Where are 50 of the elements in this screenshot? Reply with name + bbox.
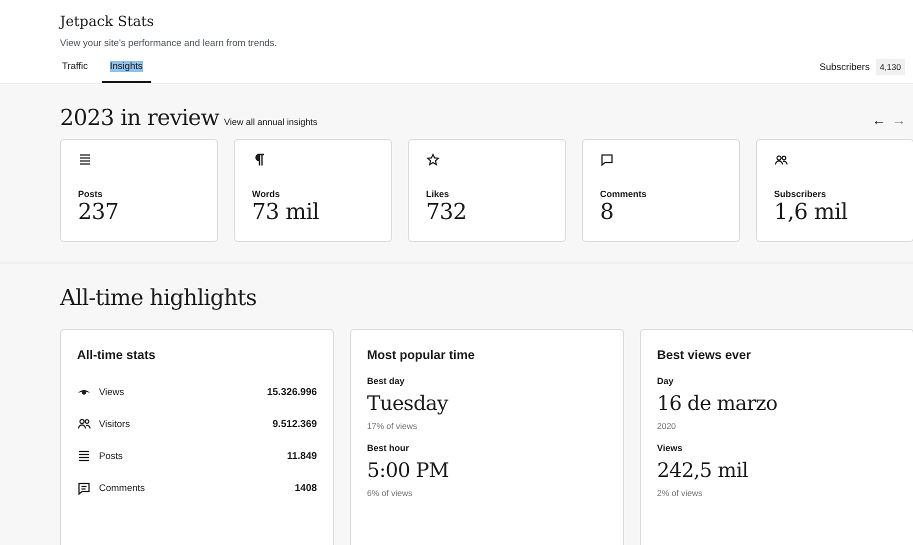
subscribers-count: 4,130 [876,59,905,75]
item-note: 6% of views [367,488,414,498]
list-icon [77,450,91,462]
annual-insights-link[interactable]: View all annual insights [224,117,318,127]
people-icon [774,153,788,167]
star-icon [426,153,440,167]
item-label: Best day [367,376,406,386]
page-title: Jetpack Stats [60,14,155,30]
item-value: 242,5 mil [657,458,749,482]
section-title: All-time highlights [60,286,258,311]
stat-value: 8 [600,200,614,225]
stat-value: 73 mil [252,200,320,225]
card-title: Most popular time [367,348,476,362]
item-value: Tuesday [367,391,450,415]
stat-label: Comments [600,189,648,199]
stat-value: 11.849 [286,450,317,462]
eye-icon [77,387,91,397]
stat-value: 1,6 mil [774,200,848,225]
stat-label: Visitors [99,418,131,430]
stat-label: Posts [99,450,124,462]
previous-button[interactable]: ← [869,112,889,128]
stat-value: 15.326.996 [266,386,317,398]
item-note: 2020 [657,421,677,431]
stat-label: Comments [99,482,146,494]
item-label: Views [657,443,684,453]
item-note: 17% of views [367,421,418,431]
page-subtitle: View your site's performance and learn from trends. [60,38,278,49]
comment-icon [600,153,614,167]
people-icon [77,418,91,430]
stat-label: Words [252,189,281,199]
stat-label: Likes [426,189,450,199]
stat-label: Views [99,386,126,398]
item-value: 16 de marzo [657,391,778,415]
tab[interactable]: Traffic [54,57,96,83]
section-title: 2023 in review [60,106,220,131]
item-value: 5:00 PM [367,458,450,482]
item-label: Day [657,376,675,386]
stat-value: 1408 [294,482,317,494]
stat-value: 732 [426,200,468,225]
stat-label: Posts [78,189,104,199]
item-note: 2% of views [657,488,704,498]
subscribers-label: Subscribers [820,62,870,72]
stat-label: Subscribers [774,189,828,199]
card-title: Best views ever [657,348,752,362]
comment-icon [77,482,91,494]
stat-value: 237 [78,200,120,225]
list-icon [78,153,92,167]
item-label: Best hour [367,443,410,453]
card-title: All-time stats [77,348,156,362]
stat-value: 9.512.369 [272,418,317,430]
